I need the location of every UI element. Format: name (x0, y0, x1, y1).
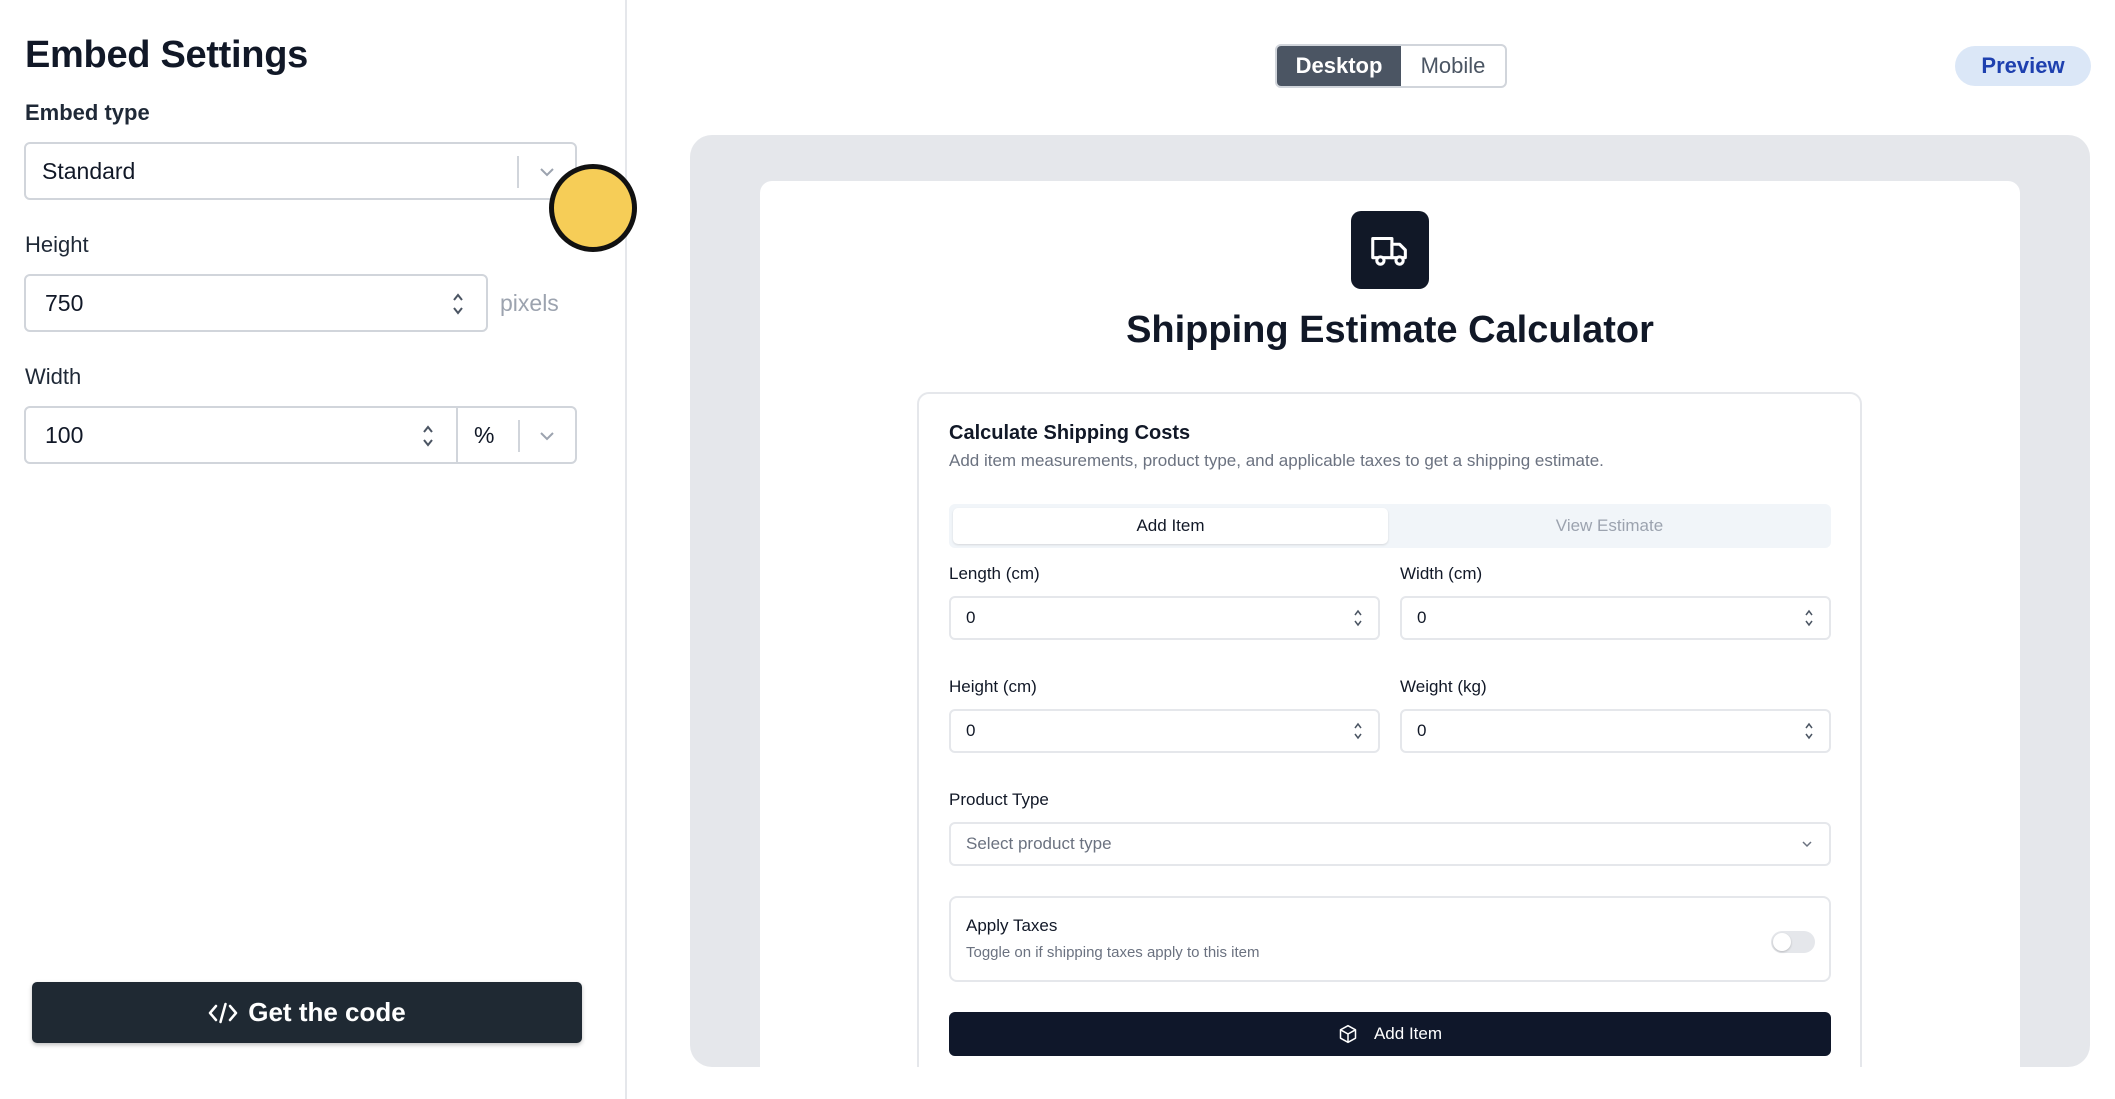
tab-view-estimate[interactable]: View Estimate (1392, 508, 1827, 544)
weight-value: 0 (1417, 721, 1427, 740)
chevron-down-icon (1802, 841, 1812, 848)
length-label: Length (cm) (949, 564, 1040, 583)
get-code-button[interactable]: Get the code (32, 982, 582, 1043)
width-unit-value: % (474, 421, 495, 448)
embed-settings-panel: Embed Settings Embed type Standard Heigh… (0, 0, 627, 1099)
product-type-label: Product Type (949, 790, 1049, 809)
product-type-select[interactable]: Select product type (949, 822, 1831, 866)
stepper-icon[interactable] (1803, 607, 1815, 629)
embed-type-label: Embed type (25, 100, 150, 125)
tab-desktop[interactable]: Desktop (1277, 46, 1401, 86)
select-divider (517, 156, 519, 188)
width-label: Width (25, 364, 82, 389)
apply-taxes-description: Toggle on if shipping taxes apply to thi… (966, 944, 1260, 961)
width-cm-value: 0 (1417, 608, 1427, 627)
height-cm-input[interactable]: 0 (949, 709, 1380, 753)
embedded-app: Shipping Estimate Calculator Calculate S… (760, 181, 2020, 1067)
form-title: Calculate Shipping Costs (949, 422, 1191, 444)
embed-type-value: Standard (42, 157, 136, 184)
stepper-icon[interactable] (1352, 720, 1364, 742)
stepper-icon[interactable] (1803, 720, 1815, 742)
code-icon (209, 1002, 238, 1023)
height-cm-value: 0 (966, 721, 976, 740)
apply-taxes-box: Apply Taxes Toggle on if shipping taxes … (949, 896, 1831, 982)
width-cm-input[interactable]: 0 (1400, 596, 1831, 640)
preview-button[interactable]: Preview (1955, 46, 2091, 86)
truck-icon (1371, 236, 1407, 266)
package-icon (1339, 1024, 1357, 1044)
toggle-knob (1773, 933, 1791, 951)
weight-input[interactable]: 0 (1400, 709, 1831, 753)
form-tabs: Add Item View Estimate (949, 504, 1831, 548)
width-cm-label: Width (cm) (1400, 564, 1483, 583)
shipping-form-card: Calculate Shipping Costs Add item measur… (917, 392, 1862, 1067)
apply-taxes-title: Apply Taxes (966, 916, 1058, 935)
weight-label: Weight (kg) (1400, 677, 1487, 696)
select-divider (518, 420, 520, 452)
add-item-label: Add Item (1373, 1024, 1443, 1043)
product-type-placeholder: Select product type (966, 834, 1112, 853)
width-value: 100 (45, 421, 84, 448)
stepper-icon[interactable] (450, 290, 466, 318)
panel-title: Embed Settings (25, 34, 308, 76)
add-item-button[interactable]: Add Item (949, 1012, 1831, 1056)
chevron-down-icon (540, 432, 554, 441)
tab-mobile[interactable]: Mobile (1401, 46, 1505, 86)
apply-taxes-toggle[interactable] (1771, 931, 1815, 953)
cursor-indicator (549, 164, 637, 252)
preview-frame: Shipping Estimate Calculator Calculate S… (690, 135, 2090, 1067)
get-code-label: Get the code (248, 997, 406, 1027)
height-input[interactable]: 750 (24, 274, 488, 332)
width-unit-select[interactable]: % (456, 406, 577, 464)
app-logo (1351, 211, 1429, 289)
embed-type-select[interactable]: Standard (24, 142, 577, 200)
app-title: Shipping Estimate Calculator (1126, 309, 1654, 351)
form-description: Add item measurements, product type, and… (949, 451, 1604, 470)
stepper-icon[interactable] (420, 422, 436, 450)
stepper-icon[interactable] (1352, 607, 1364, 629)
height-unit-label: pixels (500, 290, 559, 316)
chevron-down-icon (540, 168, 554, 177)
tab-add-item[interactable]: Add Item (953, 508, 1388, 544)
length-input[interactable]: 0 (949, 596, 1380, 640)
device-toggle: Desktop Mobile (1275, 44, 1507, 88)
width-input[interactable]: 100 (24, 406, 458, 464)
height-cm-label: Height (cm) (949, 677, 1037, 696)
length-value: 0 (966, 608, 976, 627)
height-label: Height (25, 232, 89, 257)
height-value: 750 (45, 289, 84, 316)
